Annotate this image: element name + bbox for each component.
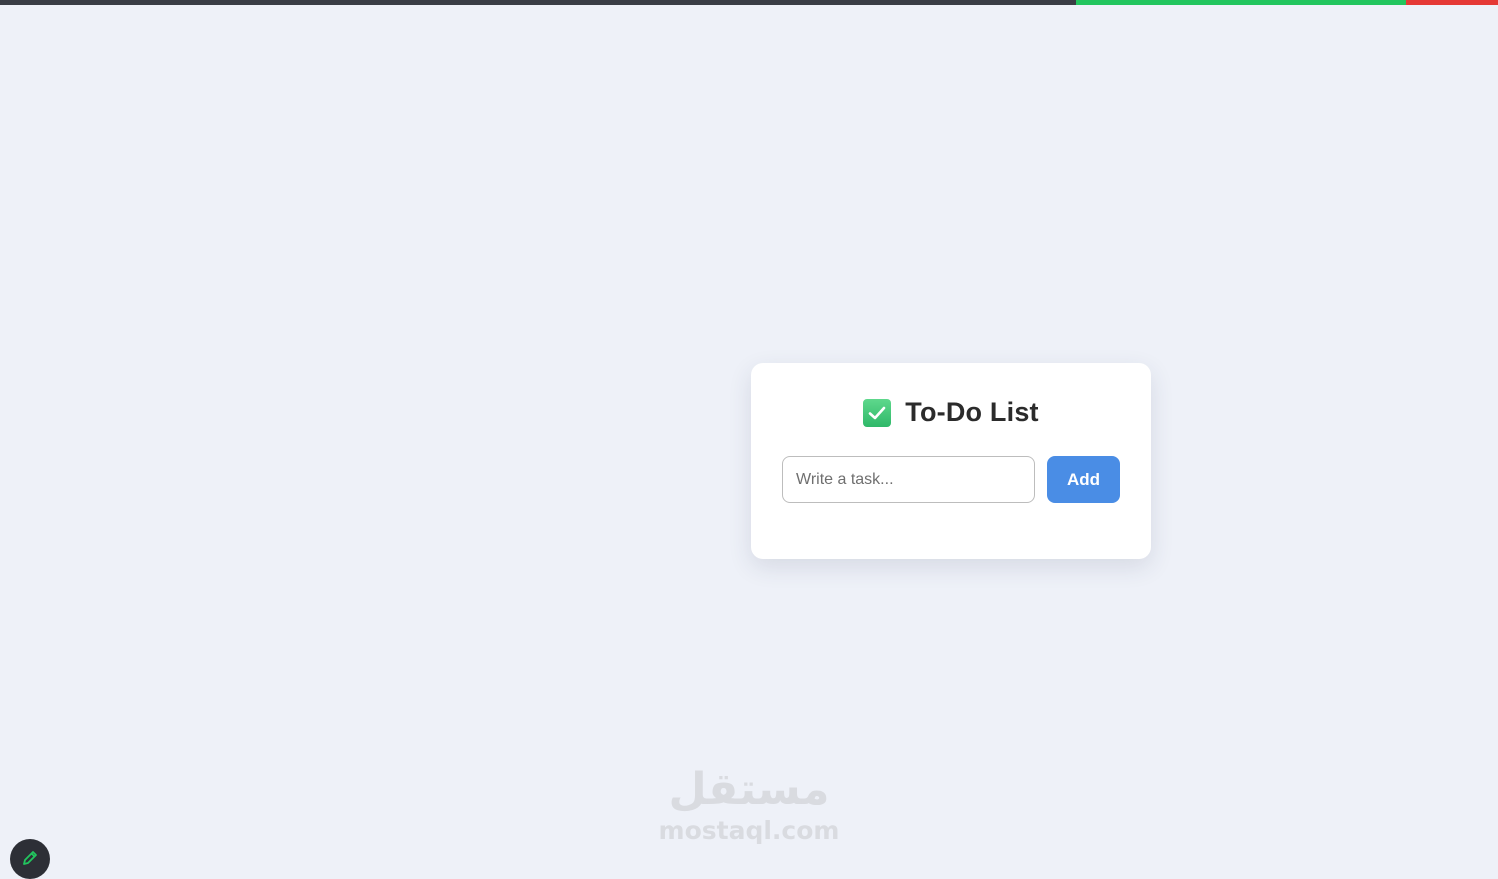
top-bar-segment-red bbox=[1406, 0, 1498, 5]
pencil-icon bbox=[20, 839, 40, 873]
edit-fab-button[interactable] bbox=[10, 839, 50, 879]
checkbox-checked-icon bbox=[863, 398, 892, 427]
page-title: To-Do List bbox=[905, 397, 1039, 427]
watermark-latin-text: mostaql.com bbox=[658, 816, 840, 845]
card-header: To-Do List bbox=[751, 397, 1151, 428]
top-bar-segment-green bbox=[1076, 0, 1406, 5]
top-bar-segment-dark bbox=[0, 0, 1076, 5]
mostaql-watermark: مستقل mostaql.com bbox=[658, 760, 840, 848]
task-input[interactable] bbox=[782, 456, 1035, 503]
watermark-arabic-text: مستقل bbox=[668, 764, 830, 815]
add-task-button[interactable]: Add bbox=[1047, 456, 1120, 503]
top-progress-bar bbox=[0, 0, 1498, 5]
todo-card: To-Do List Add bbox=[751, 363, 1151, 559]
